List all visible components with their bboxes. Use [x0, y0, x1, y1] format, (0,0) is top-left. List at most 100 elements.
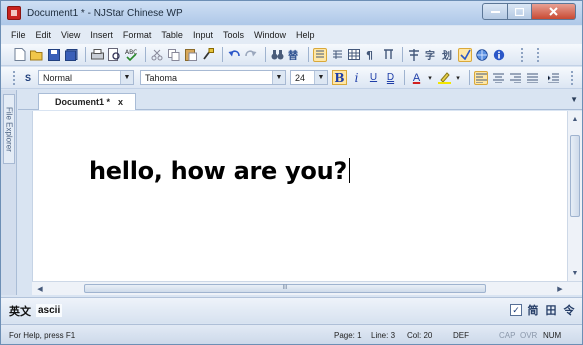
minimize-button[interactable] — [482, 3, 508, 20]
simplified-chinese-icon[interactable]: 简 — [526, 303, 540, 317]
chevron-down-icon[interactable]: ▼ — [570, 95, 578, 104]
menu-file[interactable]: File — [7, 30, 32, 40]
menu-window[interactable]: Window — [250, 30, 292, 40]
scroll-right-icon[interactable]: ▶ — [554, 283, 566, 294]
highlight-button[interactable] — [437, 71, 451, 85]
new-document-button[interactable] — [13, 48, 27, 62]
insert-column-break-button[interactable] — [381, 48, 395, 62]
internet-button[interactable] — [475, 48, 489, 62]
document-editor[interactable]: hello, how are you? — [32, 111, 567, 281]
file-explorer-tab[interactable]: File Explorer — [3, 94, 15, 164]
toolbar-separator — [145, 47, 146, 62]
horizontal-scroll-thumb[interactable]: III — [84, 284, 486, 293]
align-center-button[interactable] — [491, 71, 505, 85]
convert-button[interactable]: 划 — [441, 48, 455, 62]
pinyin-icon — [409, 48, 419, 61]
menu-edit[interactable]: Edit — [32, 30, 58, 40]
text-view-button[interactable] — [330, 48, 344, 62]
chevron-down-icon[interactable]: ▾ — [426, 71, 434, 85]
align-left-button[interactable] — [474, 70, 488, 85]
about-button[interactable] — [492, 48, 506, 62]
font-combo[interactable]: Tahoma ▼ — [140, 70, 286, 85]
scroll-up-icon[interactable]: ▲ — [568, 113, 582, 125]
toolbar-separator — [85, 47, 86, 62]
cut-icon — [151, 49, 163, 60]
menu-view[interactable]: View — [57, 30, 86, 40]
undo-button[interactable] — [227, 48, 241, 62]
horizontal-scrollbar[interactable]: ◀ III ▶ — [32, 281, 582, 295]
underline-button[interactable]: U — [366, 70, 381, 85]
close-button[interactable] — [532, 3, 576, 20]
maximize-button[interactable] — [508, 3, 532, 20]
copy-button[interactable] — [167, 48, 181, 62]
print-preview-icon — [107, 48, 120, 61]
chevron-down-icon[interactable]: ▼ — [120, 71, 133, 84]
font-color-button[interactable]: A — [409, 70, 424, 85]
toolbar-separator — [222, 47, 223, 62]
print-preview-button[interactable] — [107, 48, 121, 62]
style-combo[interactable]: Normal ▼ — [38, 70, 134, 85]
font-size-combo[interactable]: 24 ▼ — [290, 70, 328, 85]
cut-button[interactable] — [150, 48, 164, 62]
save-all-button[interactable] — [64, 48, 78, 62]
convert-icon: 划 — [442, 49, 452, 61]
spell-check-button[interactable]: ABC — [124, 48, 138, 62]
checkbox-icon[interactable]: ✓ — [510, 304, 522, 316]
input-language-label[interactable]: 英文 — [9, 303, 31, 319]
pinyin-button[interactable] — [407, 48, 421, 62]
redo-icon — [245, 50, 257, 57]
menu-table[interactable]: Table — [157, 30, 189, 40]
bold-button[interactable]: B — [332, 70, 347, 85]
menu-format[interactable]: Format — [119, 30, 158, 40]
toolbar-grip[interactable] — [13, 70, 16, 85]
replace-button[interactable]: 替 — [287, 48, 301, 62]
spell-check-icon: ABC — [125, 49, 137, 61]
italic-button[interactable]: i — [349, 70, 364, 85]
tab-document1[interactable]: Document1 * x — [38, 93, 136, 110]
double-underline-button[interactable]: D — [383, 70, 398, 85]
tab-close-icon[interactable]: x — [118, 97, 123, 107]
print-button[interactable] — [90, 48, 104, 62]
toolbar-grip[interactable] — [521, 47, 524, 62]
input-mode-label[interactable]: ascii — [36, 304, 63, 317]
vertical-scrollbar[interactable]: ▲ ▼ — [567, 111, 582, 281]
show-paragraph-marks-button[interactable]: ¶ — [364, 48, 378, 62]
justify-button[interactable] — [525, 71, 539, 85]
toolbar-grip[interactable] — [537, 47, 540, 62]
find-button[interactable] — [270, 48, 284, 62]
chevron-down-icon[interactable]: ▼ — [314, 71, 327, 84]
open-button[interactable] — [30, 48, 44, 62]
character-lookup-button[interactable]: 字 — [424, 48, 438, 62]
page-view-button[interactable] — [313, 47, 327, 62]
table-grid-icon — [348, 49, 360, 60]
table-grid-button[interactable] — [347, 48, 361, 62]
format-painter-button[interactable] — [201, 48, 215, 62]
align-right-button[interactable] — [508, 71, 522, 85]
save-button[interactable] — [47, 48, 61, 62]
scroll-left-icon[interactable]: ◀ — [34, 283, 46, 294]
menu-help[interactable]: Help — [292, 30, 321, 40]
menu-insert[interactable]: Insert — [86, 30, 119, 40]
toolbar-grip[interactable] — [571, 70, 574, 85]
indent-button[interactable] — [546, 71, 560, 85]
paste-button[interactable] — [184, 48, 198, 62]
input-tool-icon[interactable]: 令 — [562, 303, 576, 317]
window-title: Document1 * - NJStar Chinese WP — [27, 7, 183, 19]
grid-icon[interactable]: 田 — [544, 303, 558, 317]
menu-tools[interactable]: Tools — [219, 30, 250, 40]
paste-icon — [185, 49, 197, 61]
stroke-order-button[interactable] — [458, 47, 472, 62]
toolbar-separator — [265, 47, 266, 62]
redo-button[interactable] — [244, 48, 258, 62]
vertical-scroll-thumb[interactable] — [570, 135, 580, 217]
chevron-down-icon[interactable]: ▼ — [272, 71, 285, 84]
app-icon[interactable] — [7, 6, 21, 20]
chevron-down-icon[interactable]: ▾ — [454, 71, 462, 85]
svg-text:¶: ¶ — [366, 49, 373, 61]
document-text[interactable]: hello, how are you? — [89, 157, 351, 185]
menu-input[interactable]: Input — [189, 30, 219, 40]
scroll-down-icon[interactable]: ▼ — [568, 267, 582, 279]
title-bar[interactable]: Document1 * - NJStar Chinese WP — [1, 1, 582, 25]
stroke-order-icon — [459, 49, 471, 60]
tab-label: Document1 * — [55, 97, 111, 107]
